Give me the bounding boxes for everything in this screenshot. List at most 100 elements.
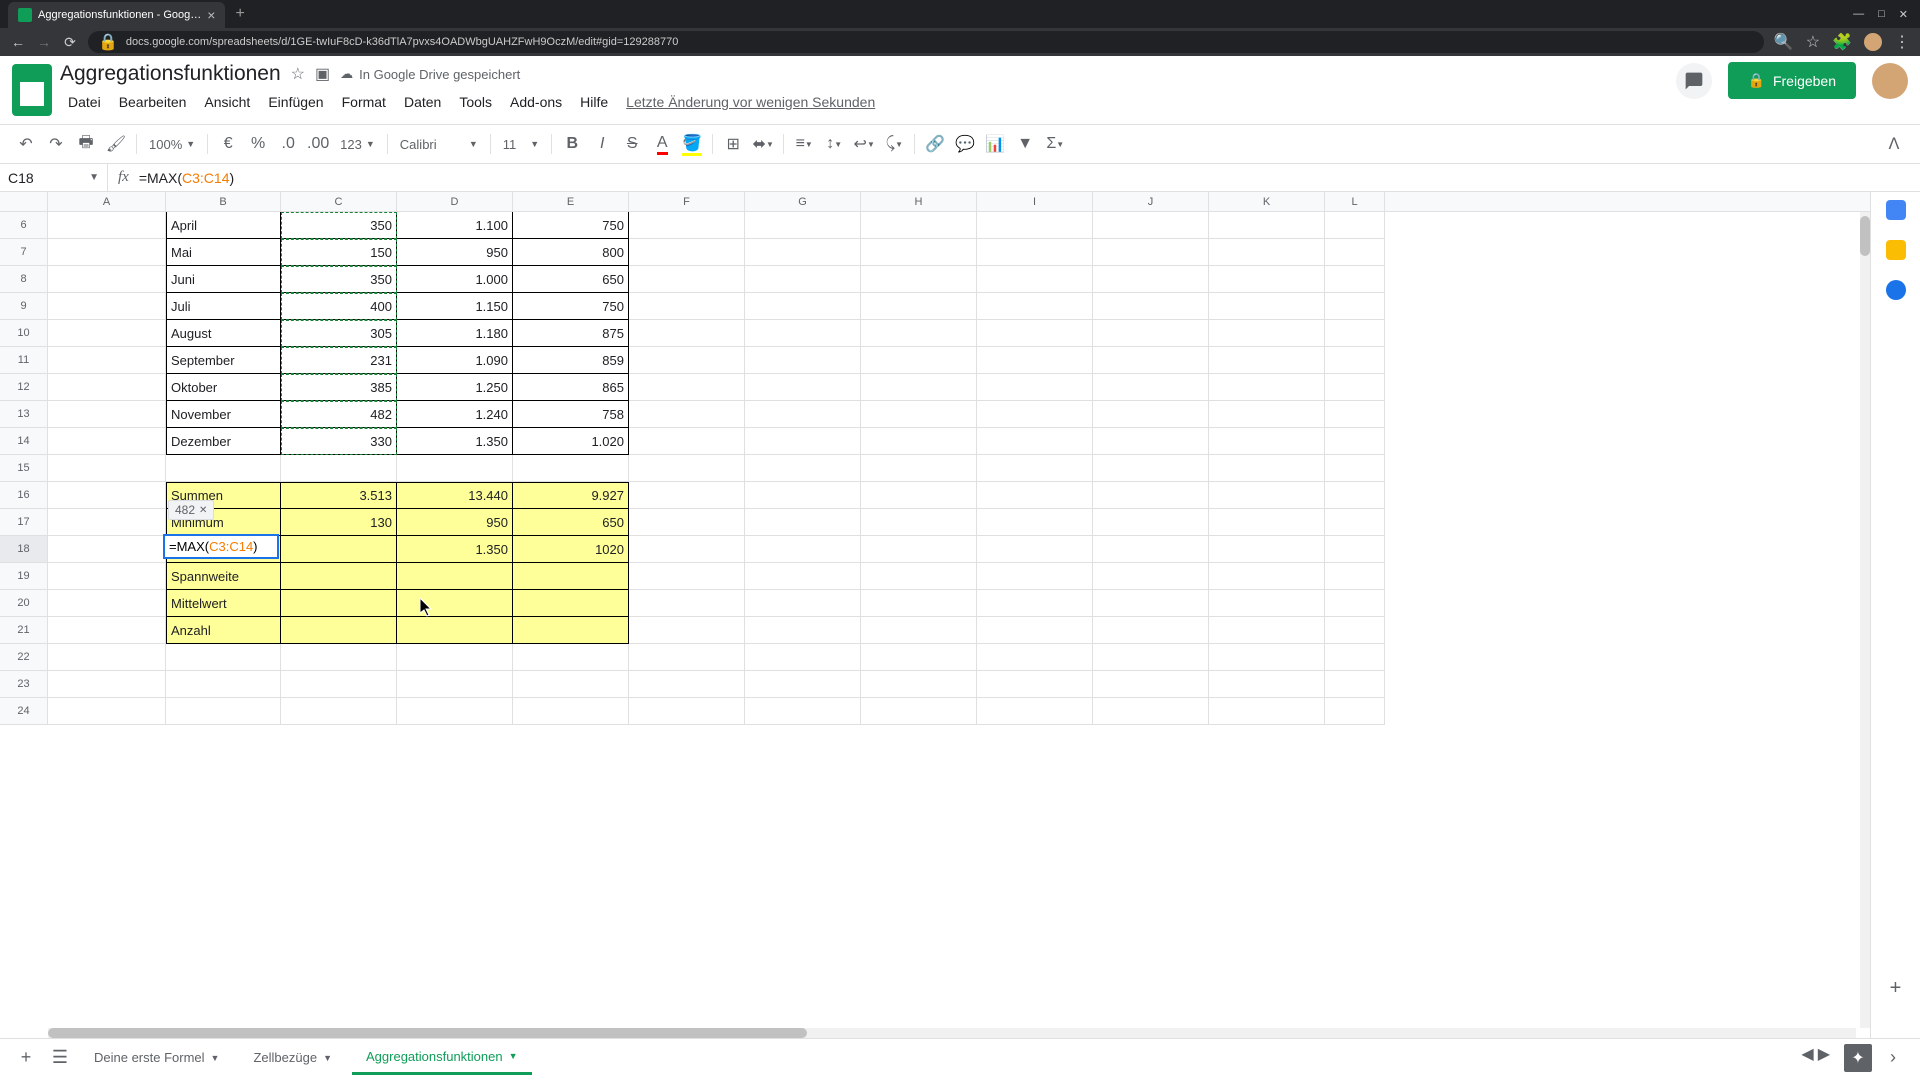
col-header-h[interactable]: H — [861, 192, 977, 211]
cell[interactable]: Mai — [166, 239, 281, 266]
cell[interactable] — [1093, 401, 1209, 428]
row-header[interactable]: 6 — [0, 212, 48, 239]
row-header[interactable]: 18 — [0, 536, 48, 563]
italic-icon[interactable]: I — [588, 130, 616, 158]
currency-icon[interactable]: € — [214, 130, 242, 158]
cell[interactable] — [745, 563, 861, 590]
cell[interactable] — [745, 428, 861, 455]
cell[interactable] — [1093, 563, 1209, 590]
cell[interactable]: 800 — [513, 239, 629, 266]
sheet-tab-3[interactable]: Aggregationsfunktionen▼ — [352, 1041, 532, 1075]
explore-button[interactable]: ✦ — [1844, 1044, 1872, 1072]
all-sheets-button[interactable]: ☰ — [46, 1044, 74, 1072]
cell[interactable]: 865 — [513, 374, 629, 401]
cell[interactable] — [281, 644, 397, 671]
cell[interactable] — [629, 482, 745, 509]
fill-color-icon[interactable]: 🪣 — [678, 130, 706, 158]
cell[interactable] — [977, 347, 1093, 374]
cell[interactable] — [745, 617, 861, 644]
sheet-nav-right-icon[interactable]: ▶ — [1818, 1044, 1830, 1072]
profile-avatar-small[interactable] — [1864, 33, 1882, 51]
cell[interactable] — [861, 239, 977, 266]
cell[interactable] — [166, 698, 281, 725]
row-header[interactable]: 13 — [0, 401, 48, 428]
cell[interactable] — [977, 563, 1093, 590]
cell[interactable] — [1325, 401, 1385, 428]
cell[interactable] — [861, 698, 977, 725]
cell[interactable] — [629, 212, 745, 239]
cell[interactable]: 1.150 — [397, 293, 513, 320]
cell-name-box[interactable]: C18 ▼ — [0, 164, 108, 191]
cell[interactable] — [513, 671, 629, 698]
cell[interactable] — [1209, 212, 1325, 239]
cell[interactable] — [1093, 671, 1209, 698]
menu-addons[interactable]: Add-ons — [502, 90, 570, 114]
cell[interactable]: 330 — [281, 428, 397, 455]
cell[interactable] — [1325, 320, 1385, 347]
cell[interactable] — [281, 536, 397, 563]
menu-ansicht[interactable]: Ansicht — [196, 90, 258, 114]
cell[interactable] — [513, 617, 629, 644]
cell[interactable]: 1.240 — [397, 401, 513, 428]
back-icon[interactable]: ← — [10, 34, 26, 50]
cell[interactable] — [281, 671, 397, 698]
cell[interactable] — [861, 482, 977, 509]
cell[interactable] — [48, 671, 166, 698]
cell[interactable] — [745, 509, 861, 536]
cell[interactable] — [977, 428, 1093, 455]
cell[interactable] — [861, 293, 977, 320]
cell[interactable]: August — [166, 320, 281, 347]
cell[interactable] — [977, 644, 1093, 671]
cell[interactable]: 400 — [281, 293, 397, 320]
cell[interactable] — [281, 590, 397, 617]
row-header[interactable]: 23 — [0, 671, 48, 698]
cell[interactable] — [745, 266, 861, 293]
cell[interactable] — [745, 536, 861, 563]
cell[interactable]: 13.440 — [397, 482, 513, 509]
cell[interactable] — [397, 698, 513, 725]
cell[interactable] — [1093, 536, 1209, 563]
cell[interactable]: 150 — [281, 239, 397, 266]
row-header[interactable]: 8 — [0, 266, 48, 293]
cell[interactable]: April — [166, 212, 281, 239]
profile-avatar[interactable] — [1872, 63, 1908, 99]
menu-hilfe[interactable]: Hilfe — [572, 90, 616, 114]
row-header[interactable]: 10 — [0, 320, 48, 347]
menu-einfuegen[interactable]: Einfügen — [260, 90, 331, 114]
cell[interactable] — [513, 698, 629, 725]
row-header[interactable]: 17 — [0, 509, 48, 536]
cell[interactable]: 9.927 — [513, 482, 629, 509]
bold-icon[interactable]: B — [558, 130, 586, 158]
cell-editor[interactable]: =MAX(C3:C14) — [163, 534, 279, 559]
cell[interactable] — [48, 617, 166, 644]
cell[interactable] — [513, 590, 629, 617]
cell[interactable] — [977, 590, 1093, 617]
row-header[interactable]: 15 — [0, 455, 48, 482]
cell[interactable] — [166, 671, 281, 698]
cell[interactable]: 950 — [397, 509, 513, 536]
cell[interactable]: 1020 — [513, 536, 629, 563]
cell[interactable] — [397, 671, 513, 698]
cell[interactable] — [1325, 617, 1385, 644]
cell[interactable] — [861, 401, 977, 428]
col-header-g[interactable]: G — [745, 192, 861, 211]
extensions-icon[interactable]: 🧩 — [1832, 32, 1852, 52]
cell[interactable] — [1209, 698, 1325, 725]
cell[interactable] — [745, 482, 861, 509]
add-addon-icon[interactable]: + — [1886, 978, 1906, 998]
cell[interactable] — [1325, 590, 1385, 617]
col-header-a[interactable]: A — [48, 192, 166, 211]
cell[interactable] — [861, 644, 977, 671]
cell[interactable] — [1209, 617, 1325, 644]
cell[interactable] — [1093, 239, 1209, 266]
cell[interactable]: 1.000 — [397, 266, 513, 293]
new-tab-button[interactable]: + — [235, 5, 244, 23]
row-header[interactable]: 16 — [0, 482, 48, 509]
cell[interactable] — [1209, 563, 1325, 590]
cell[interactable] — [629, 509, 745, 536]
cell[interactable] — [745, 455, 861, 482]
cell[interactable] — [281, 698, 397, 725]
cell[interactable] — [1093, 698, 1209, 725]
cell[interactable] — [48, 428, 166, 455]
cell[interactable] — [48, 320, 166, 347]
